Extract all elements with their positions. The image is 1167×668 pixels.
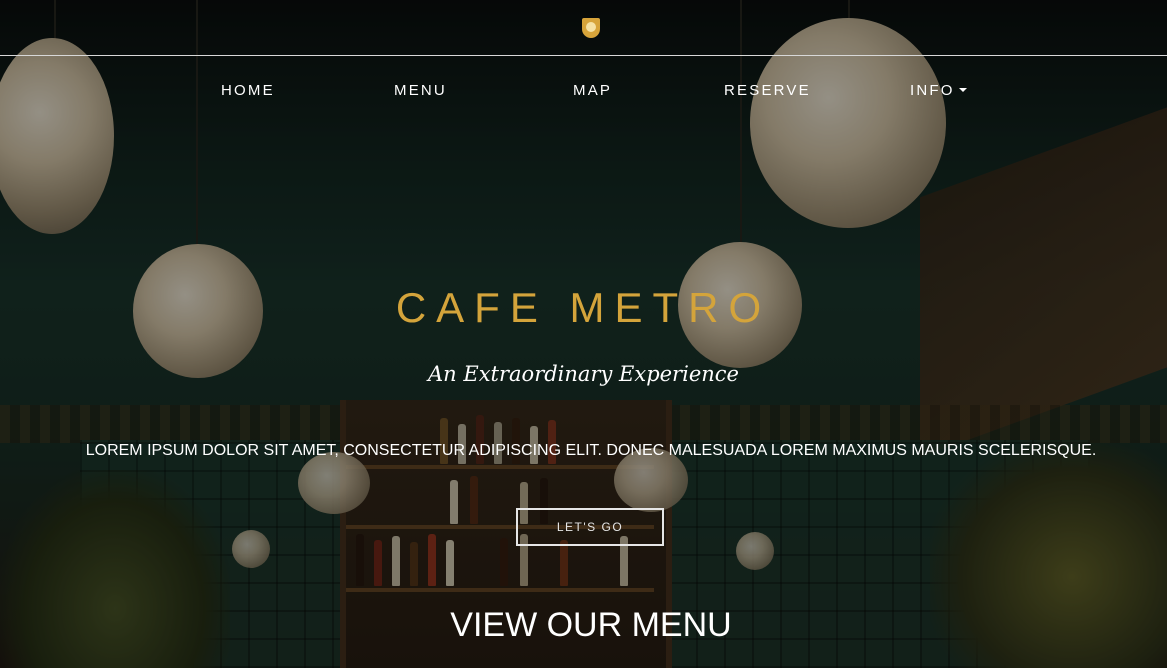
main-nav: HOME MENU MAP RESERVE INFO <box>0 56 1167 124</box>
hero-description: LOREM IPSUM DOLOR SIT AMET, CONSECTETUR … <box>85 442 1097 459</box>
nav-item-info[interactable]: INFO <box>910 82 967 99</box>
lets-go-button[interactable]: LET'S GO <box>516 508 664 546</box>
site-header <box>0 0 1167 56</box>
nav-item-home[interactable]: HOME <box>221 82 275 99</box>
nav-item-reserve[interactable]: RESERVE <box>724 82 811 99</box>
caret-down-icon <box>958 88 967 92</box>
menu-section-heading: VIEW OUR MENU <box>450 606 732 644</box>
nav-item-menu[interactable]: MENU <box>394 82 447 99</box>
shield-crest-icon[interactable] <box>582 18 600 38</box>
hero-subtitle: An Extraordinary Experience <box>428 362 739 386</box>
nav-item-map[interactable]: MAP <box>573 82 612 99</box>
nav-item-info-label: INFO <box>910 82 955 99</box>
hero-title: CAFE METRO <box>395 284 772 331</box>
